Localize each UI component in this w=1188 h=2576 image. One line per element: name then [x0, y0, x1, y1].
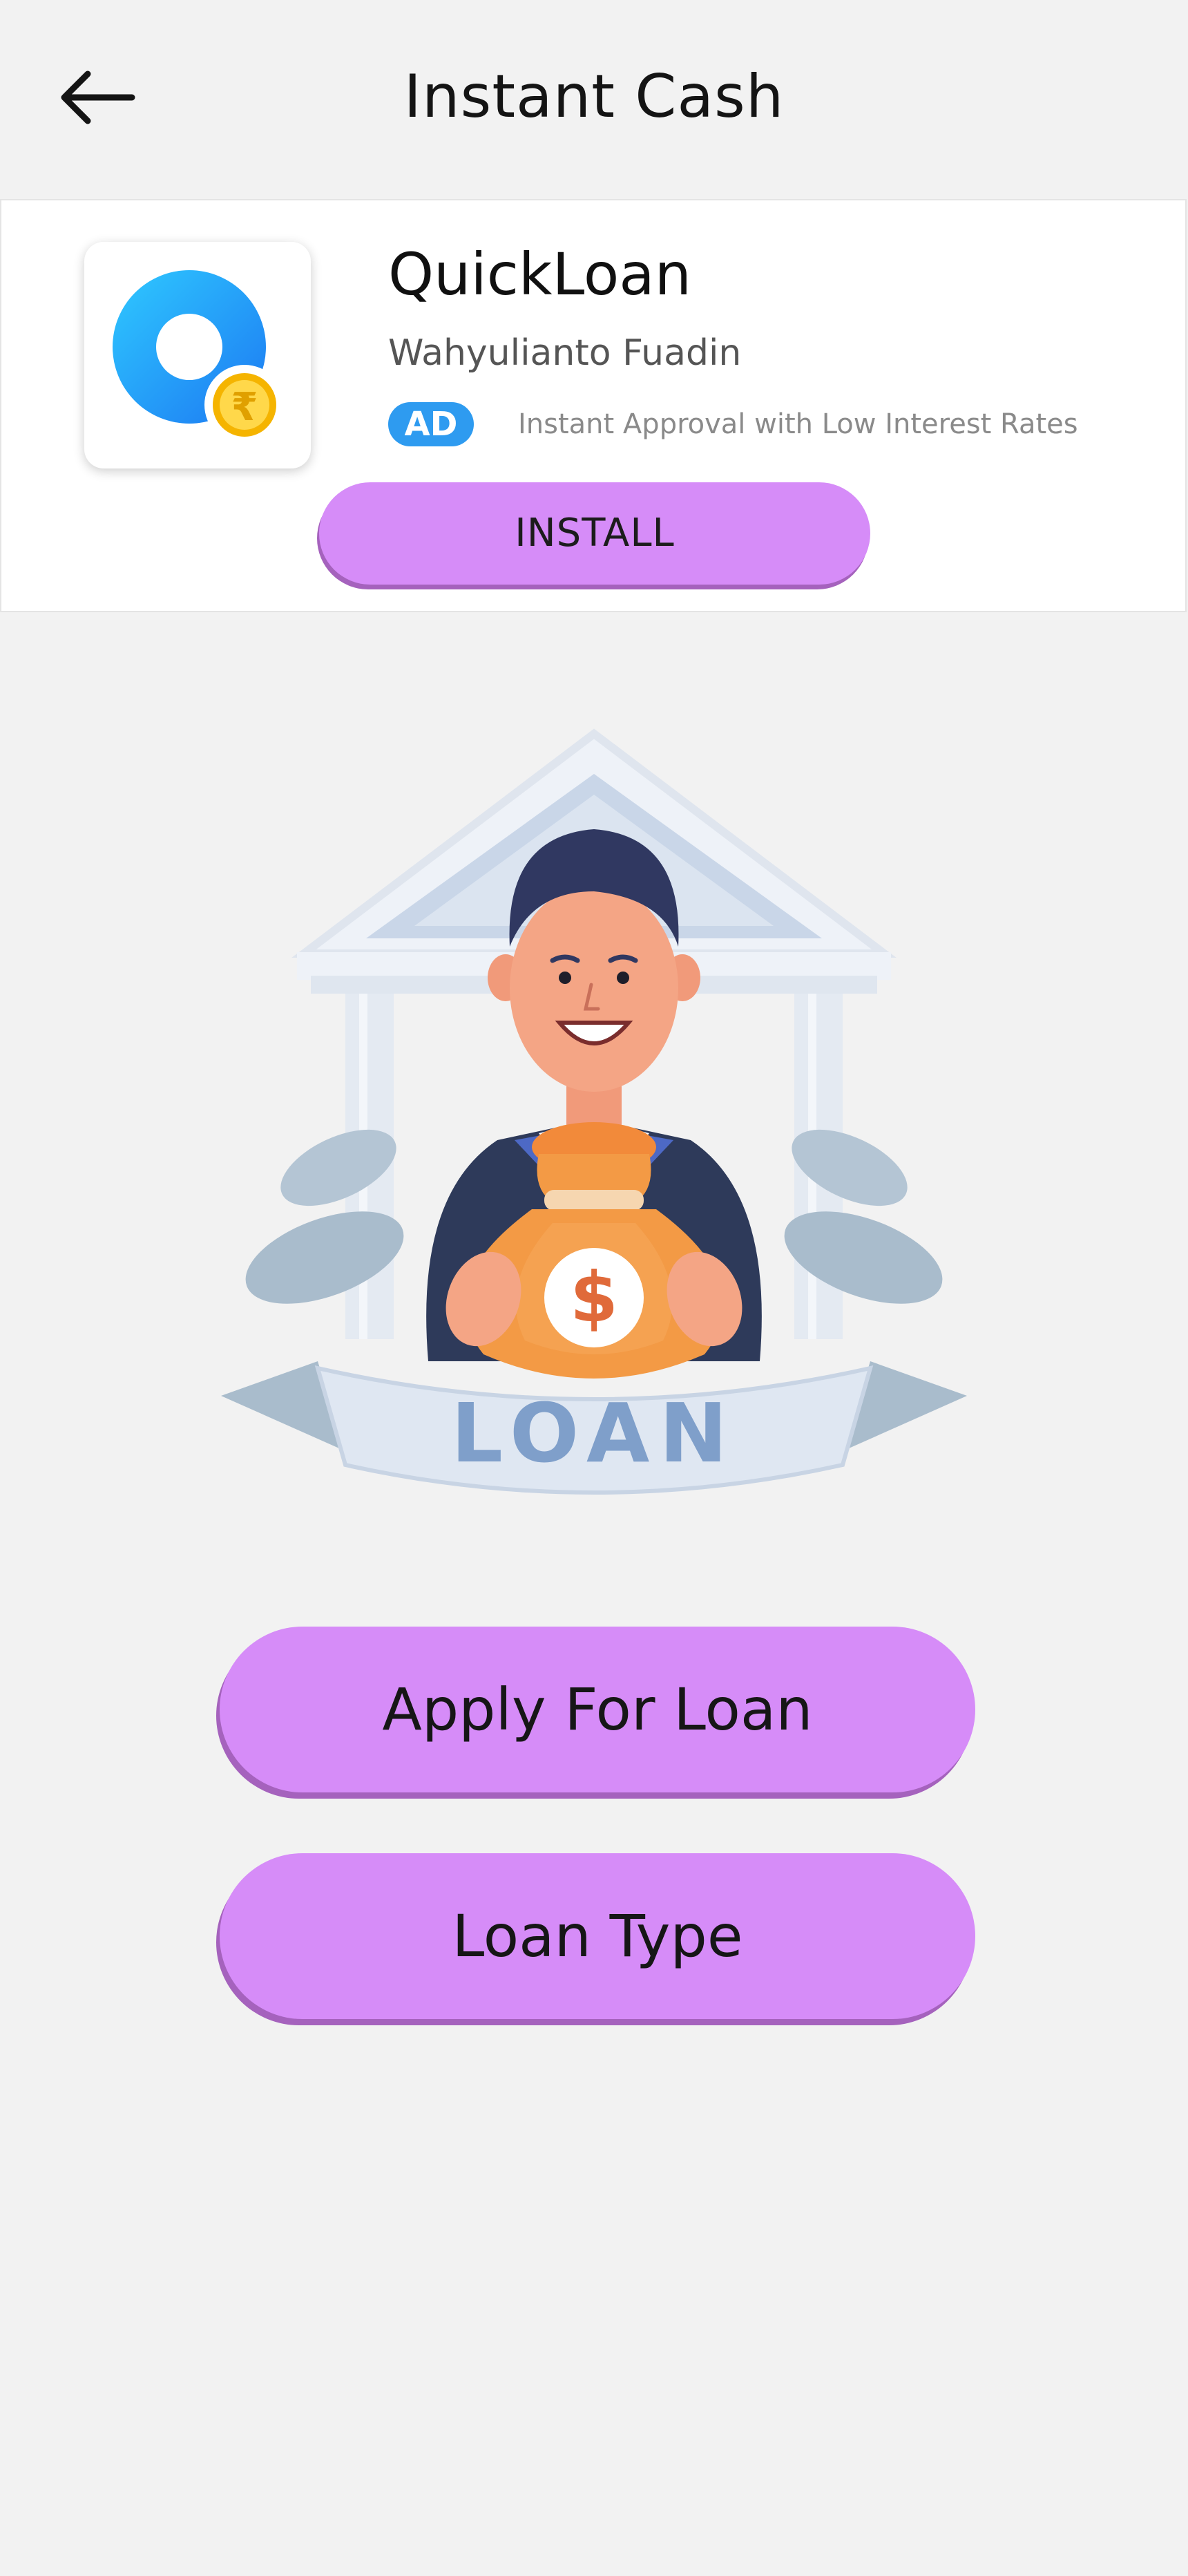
developer-name: Wahyulianto Fuadin — [388, 332, 742, 374]
ad-tagline: Instant Approval with Low Interest Rates — [518, 408, 1078, 440]
app-icon[interactable]: ₹ — [84, 242, 311, 468]
ad-badge: AD — [388, 402, 474, 446]
top-bar: Instant Cash — [0, 0, 1188, 199]
quickloan-logo-icon: ₹ — [113, 270, 285, 445]
dollar-symbol: $ — [570, 1257, 618, 1338]
loan-type-button[interactable]: Loan Type — [220, 1853, 975, 2019]
loan-illustration: $ LOAN — [207, 719, 981, 1499]
app-name: QuickLoan — [388, 240, 691, 308]
loan-banner-text: LOAN — [451, 1385, 737, 1481]
ad-card[interactable]: ₹ QuickLoan Wahyulianto Fuadin AD Instan… — [0, 199, 1187, 612]
page-title: Instant Cash — [403, 62, 785, 131]
rupee-coin-symbol: ₹ — [231, 385, 258, 430]
install-button[interactable]: INSTALL — [319, 482, 870, 585]
apply-for-loan-button[interactable]: Apply For Loan — [220, 1627, 975, 1792]
